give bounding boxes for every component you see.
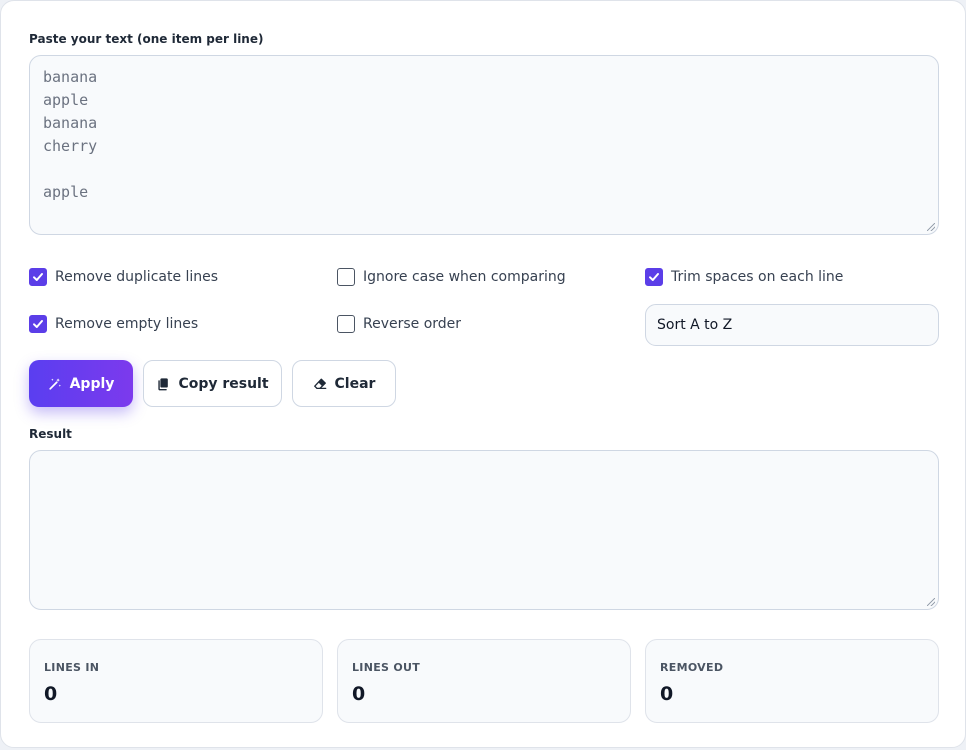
input-text[interactable]: banana apple banana cherry apple xyxy=(30,56,938,214)
tool-card: Paste your text (one item per line) bana… xyxy=(0,0,966,748)
stat-removed-value: 0 xyxy=(660,683,674,705)
ignore-case-label: Ignore case when comparing xyxy=(363,269,566,285)
trim-spaces-checkbox[interactable] xyxy=(645,268,663,286)
magic-wand-icon xyxy=(48,377,61,390)
input-label: Paste your text (one item per line) xyxy=(29,32,264,46)
apply-button-label: Apply xyxy=(69,375,115,392)
reverse-order-checkbox[interactable] xyxy=(337,315,355,333)
option-remove-empty[interactable]: Remove empty lines xyxy=(29,315,198,333)
checkmark-icon xyxy=(649,273,659,281)
option-trim-spaces[interactable]: Trim spaces on each line xyxy=(645,268,843,286)
option-remove-duplicates[interactable]: Remove duplicate lines xyxy=(29,268,218,286)
result-label: Result xyxy=(29,427,72,441)
result-textarea[interactable] xyxy=(29,450,939,610)
stat-removed-label: REMOVED xyxy=(660,661,724,674)
result-text[interactable] xyxy=(30,451,938,471)
trim-spaces-label: Trim spaces on each line xyxy=(671,269,844,285)
stat-lines-in-label: LINES IN xyxy=(44,661,100,674)
checkmark-icon xyxy=(33,273,43,281)
copy-icon xyxy=(158,377,169,390)
resize-grip-icon[interactable] xyxy=(927,598,935,606)
clear-button-label: Clear xyxy=(334,375,376,392)
remove-duplicates-checkbox[interactable] xyxy=(29,268,47,286)
copy-result-button[interactable]: Copy result xyxy=(143,360,282,407)
sort-select-value: Sort A to Z xyxy=(657,317,733,333)
copy-result-label: Copy result xyxy=(178,375,269,392)
checkmark-icon xyxy=(33,320,43,328)
remove-empty-label: Remove empty lines xyxy=(55,316,199,332)
stat-lines-out: LINES OUT 0 xyxy=(337,639,631,723)
stat-lines-in-value: 0 xyxy=(44,683,58,705)
stat-removed: REMOVED 0 xyxy=(645,639,939,723)
eraser-icon xyxy=(313,378,326,389)
remove-empty-checkbox[interactable] xyxy=(29,315,47,333)
resize-grip-icon[interactable] xyxy=(927,223,935,231)
stat-lines-out-label: LINES OUT xyxy=(352,661,421,674)
stat-lines-in: LINES IN 0 xyxy=(29,639,323,723)
apply-button[interactable]: Apply xyxy=(29,360,133,407)
reverse-order-label: Reverse order xyxy=(363,316,462,332)
option-ignore-case[interactable]: Ignore case when comparing xyxy=(337,268,566,286)
clear-button[interactable]: Clear xyxy=(292,360,396,407)
sort-select[interactable]: Sort A to Z xyxy=(645,304,939,346)
option-reverse-order[interactable]: Reverse order xyxy=(337,315,461,333)
remove-duplicates-label: Remove duplicate lines xyxy=(55,269,219,285)
ignore-case-checkbox[interactable] xyxy=(337,268,355,286)
input-textarea[interactable]: banana apple banana cherry apple xyxy=(29,55,939,235)
stat-lines-out-value: 0 xyxy=(352,683,366,705)
